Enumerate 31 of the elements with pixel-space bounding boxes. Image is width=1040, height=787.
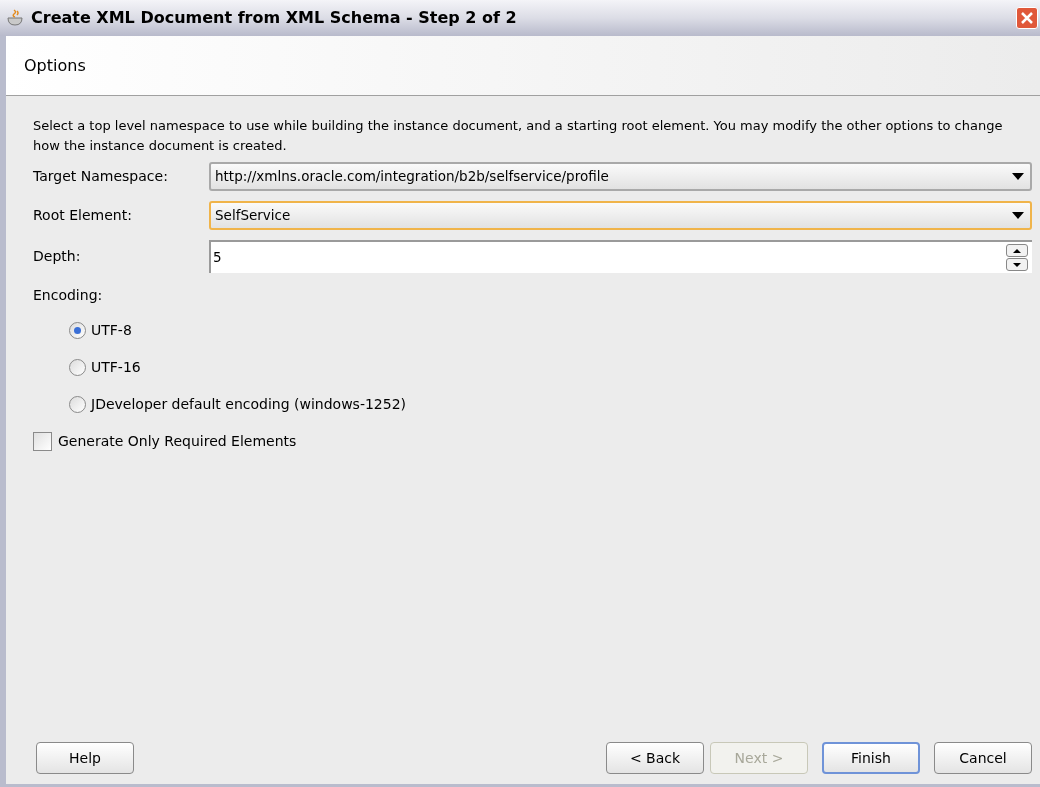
dialog-button[interactable]: Finish bbox=[822, 742, 920, 774]
dropdown[interactable]: SelfService bbox=[209, 201, 1032, 230]
dialog-button[interactable]: Cancel bbox=[934, 742, 1032, 774]
field-label: Root Element: bbox=[33, 206, 133, 225]
encoding-label: Encoding: bbox=[33, 286, 104, 305]
radio-label[interactable]: UTF-16 bbox=[91, 357, 141, 378]
radio-button[interactable] bbox=[69, 322, 86, 339]
checkbox[interactable] bbox=[33, 432, 52, 451]
close-button[interactable] bbox=[1016, 7, 1038, 29]
down-arrow-icon bbox=[1013, 262, 1021, 267]
radio-label[interactable]: UTF-8 bbox=[91, 320, 132, 341]
increment-button[interactable] bbox=[1006, 244, 1028, 257]
dialog-button[interactable]: < Back bbox=[606, 742, 704, 774]
radio-button[interactable] bbox=[69, 396, 86, 413]
radio-label[interactable]: JDeveloper default encoding (windows-1252) bbox=[91, 394, 407, 415]
field-label: Depth: bbox=[33, 247, 82, 266]
checkbox-label[interactable]: Generate Only Required Elements bbox=[58, 431, 297, 452]
window-title: Create XML Document from XML Schema - Step 2 of 2 bbox=[31, 7, 517, 29]
coffee-cup-icon bbox=[6, 9, 26, 27]
dropdown-arrow-icon bbox=[1012, 212, 1024, 219]
radio-button[interactable] bbox=[69, 359, 86, 376]
dropdown-arrow-icon bbox=[1012, 173, 1024, 180]
field-label: Target Namespace: bbox=[33, 167, 169, 186]
up-arrow-icon bbox=[1013, 248, 1021, 253]
number-spinner[interactable]: 5 bbox=[209, 240, 1032, 273]
decrement-button[interactable] bbox=[1006, 258, 1028, 271]
dropdown[interactable]: http://xmlns.oracle.com/integration/b2b/selfservice/profile bbox=[209, 162, 1032, 191]
description-text: Select a top level namespace to use while building the instance document, and a starting root element. You may modify the other options to change how the instance document is created. bbox=[33, 117, 1004, 155]
help-button[interactable]: Help bbox=[36, 742, 134, 774]
close-icon bbox=[1020, 11, 1034, 25]
page-heading: Options bbox=[24, 54, 86, 77]
